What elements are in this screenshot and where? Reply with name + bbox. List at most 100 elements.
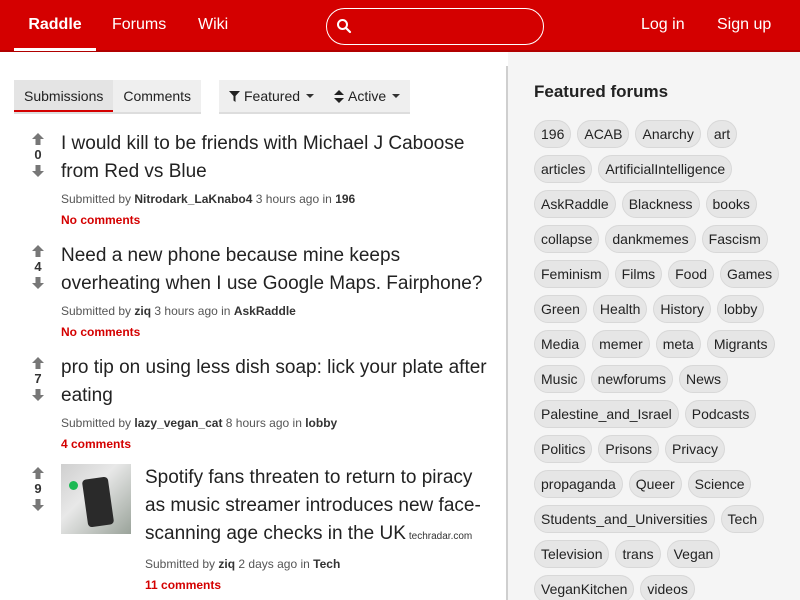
signup-link[interactable]: Sign up [717, 0, 771, 52]
forum-tag[interactable]: VeganKitchen [534, 575, 635, 600]
comments-link[interactable]: 4 comments [61, 437, 497, 451]
forum-tag[interactable]: Anarchy [635, 120, 701, 148]
tab-comments[interactable]: Comments [113, 80, 201, 112]
login-link[interactable]: Log in [641, 0, 685, 52]
submission-item: 4 Need a new phone because mine keeps ov… [14, 242, 498, 342]
submission-item: 0 I would kill to be friends with Michae… [14, 130, 498, 230]
forum-tag[interactable]: Science [687, 470, 752, 498]
forum-tag[interactable]: Podcasts [684, 400, 757, 428]
forum-tag[interactable]: Vegan [666, 540, 721, 568]
forum-tag[interactable]: ACAB [577, 120, 630, 148]
comments-link[interactable]: No comments [61, 325, 497, 339]
sort-icon [334, 89, 345, 103]
forum-tag[interactable]: 196 [534, 120, 572, 148]
forum-tag[interactable]: Students_and_Universities [534, 505, 715, 533]
forum-tag[interactable]: books [705, 190, 757, 218]
upvote-arrow-icon[interactable] [31, 244, 45, 258]
submission-time: 3 hours ago [255, 192, 320, 206]
submission-author[interactable]: ziq [134, 304, 151, 318]
forum-tag[interactable]: videos [640, 575, 695, 600]
forum-tag[interactable]: articles [534, 155, 593, 183]
submission-forum[interactable]: AskRaddle [234, 304, 296, 318]
in-text: in [221, 304, 231, 318]
forum-tag[interactable]: newforums [590, 365, 674, 393]
forum-tag[interactable]: Palestine_and_Israel [534, 400, 679, 428]
forum-tag[interactable]: Music [534, 365, 585, 393]
submission-meta: Submitted by ziq 2 days ago in Tech [145, 557, 497, 571]
upvote-arrow-icon[interactable] [31, 466, 45, 480]
forum-tag[interactable]: News [679, 365, 729, 393]
forum-tag[interactable]: ArtificialIntelligence [598, 155, 733, 183]
forum-tag[interactable]: Blackness [621, 190, 700, 218]
forum-tag[interactable]: Green [534, 295, 587, 323]
submission-author[interactable]: Nitrodark_LaKnabo4 [134, 192, 252, 206]
forum-tag[interactable]: trans [615, 540, 661, 568]
forum-tag[interactable]: Tech [720, 505, 765, 533]
submitted-by-text: Submitted by [61, 192, 132, 206]
nav-forums-link[interactable]: Forums [112, 0, 166, 52]
forum-tag[interactable]: Media [534, 330, 587, 358]
forum-tag[interactable]: Fascism [701, 225, 768, 253]
submission-title[interactable]: pro tip on using less dish soap: lick yo… [61, 354, 497, 410]
forum-tag[interactable]: AskRaddle [534, 190, 616, 218]
submission-title[interactable]: Spotify fans threaten to return to pirac… [145, 464, 497, 551]
forum-tag[interactable]: Politics [534, 435, 593, 463]
downvote-arrow-icon[interactable] [31, 498, 45, 512]
submission-author[interactable]: ziq [218, 557, 235, 571]
forum-tag[interactable]: art [706, 120, 738, 148]
upvote-arrow-icon[interactable] [31, 356, 45, 370]
forum-tag[interactable]: Health [592, 295, 648, 323]
forum-tag[interactable]: collapse [534, 225, 600, 253]
downvote-arrow-icon[interactable] [31, 164, 45, 178]
upvote-arrow-icon[interactable] [31, 132, 45, 146]
submission-meta: Submitted by lazy_vegan_cat 8 hours ago … [61, 416, 497, 430]
top-navbar: Raddle Forums Wiki Log in Sign up [0, 0, 800, 52]
tab-submissions[interactable]: Submissions [14, 80, 114, 112]
forum-tag[interactable]: Games [720, 260, 780, 288]
vote-score: 0 [34, 147, 42, 162]
brand-link[interactable]: Raddle [14, 0, 96, 51]
comments-link[interactable]: No comments [61, 213, 497, 227]
search-box [326, 8, 544, 45]
forum-tag[interactable]: Migrants [706, 330, 775, 358]
downvote-arrow-icon[interactable] [31, 388, 45, 402]
main-content: Submissions Comments Featured Active 0 I… [0, 52, 506, 600]
phone-image [81, 476, 115, 528]
forum-tag[interactable]: Television [534, 540, 610, 568]
forum-tag[interactable]: Privacy [665, 435, 725, 463]
submission-domain: techradar.com [408, 531, 473, 542]
chevron-down-icon [392, 94, 401, 98]
active-sort-label: Active [348, 88, 387, 104]
submission-time: 3 hours ago [154, 304, 218, 318]
forum-tag[interactable]: Food [668, 260, 715, 288]
forum-tag[interactable]: Prisons [598, 435, 660, 463]
submission-thumbnail[interactable] [61, 464, 131, 534]
active-sort-dropdown[interactable]: Active [324, 80, 410, 112]
forum-tag[interactable]: Films [614, 260, 663, 288]
forum-tag[interactable]: lobby [716, 295, 765, 323]
forum-tag[interactable]: propaganda [534, 470, 623, 498]
forum-tag[interactable]: Queer [628, 470, 682, 498]
vote-score: 7 [34, 371, 42, 386]
downvote-arrow-icon[interactable] [31, 276, 45, 290]
forum-tag[interactable]: meta [655, 330, 701, 358]
submission-title[interactable]: I would kill to be friends with Michael … [61, 130, 497, 186]
submission-forum[interactable]: Tech [313, 557, 340, 571]
submission-meta: Submitted by Nitrodark_LaKnabo4 3 hours … [61, 192, 497, 206]
forum-tag[interactable]: memer [592, 330, 650, 358]
submission-forum[interactable]: 196 [335, 192, 355, 206]
nav-wiki-link[interactable]: Wiki [198, 0, 228, 52]
submission-title[interactable]: Need a new phone because mine keeps over… [61, 242, 497, 298]
featured-forums-heading: Featured forums [534, 82, 669, 101]
submission-author[interactable]: lazy_vegan_cat [134, 416, 222, 430]
submission-time: 8 hours ago [225, 416, 290, 430]
search-input[interactable] [359, 13, 535, 39]
forum-tag[interactable]: History [653, 295, 711, 323]
featured-dropdown[interactable]: Featured [219, 80, 324, 112]
forum-tag[interactable]: Feminism [534, 260, 609, 288]
submission-forum[interactable]: lobby [305, 416, 337, 430]
forum-tag[interactable]: dankmemes [605, 225, 696, 253]
comments-link[interactable]: 11 comments [145, 578, 497, 592]
search-icon[interactable] [336, 18, 352, 34]
submission-body: Need a new phone because mine keeps over… [61, 242, 497, 339]
